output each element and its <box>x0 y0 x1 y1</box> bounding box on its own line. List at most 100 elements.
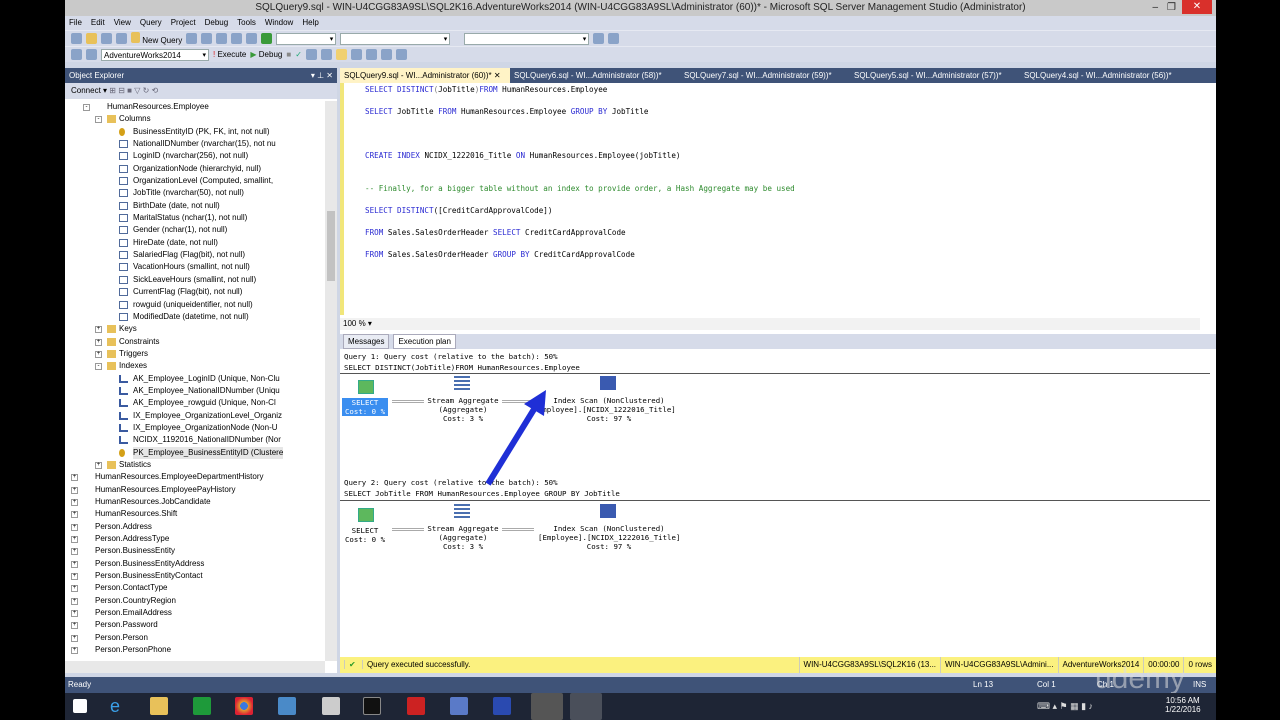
tree-item[interactable]: MaritalStatus (nchar(1), not null) <box>65 212 323 224</box>
menu-project[interactable]: Project <box>171 16 196 30</box>
menu-file[interactable]: File <box>69 16 82 30</box>
expand-toggle-icon[interactable]: - <box>83 104 90 111</box>
tab-messages[interactable]: Messages <box>343 334 390 349</box>
filter-icon[interactable]: ⊞ ⊟ ■ ▽ ↻ ⟲ <box>109 86 158 95</box>
tree-item[interactable]: LoginID (nvarchar(256), not null) <box>65 150 323 162</box>
expand-toggle-icon[interactable]: + <box>71 634 78 642</box>
select-operator[interactable]: SELECT Cost: 0 % <box>342 398 388 416</box>
results-to-grid-icon[interactable] <box>365 49 377 60</box>
tree-item[interactable]: Gender (nchar(1), not null) <box>65 224 323 236</box>
expand-toggle-icon[interactable]: + <box>71 585 78 593</box>
tree-item[interactable]: + HumanResources.Shift <box>65 508 323 520</box>
menu-edit[interactable]: Edit <box>91 16 105 30</box>
solution-config-dropdown[interactable] <box>276 32 337 45</box>
expand-toggle-icon[interactable]: + <box>71 647 78 655</box>
close-tab-icon[interactable]: ✕ <box>494 71 501 80</box>
tree-item[interactable]: IX_Employee_OrganizationLevel_Organiz <box>65 410 323 422</box>
find-dropdown[interactable] <box>464 32 590 45</box>
tree-item[interactable]: VacationHours (smallint, not null) <box>65 261 323 273</box>
command-prompt-icon[interactable] <box>363 697 381 715</box>
tree-item[interactable]: + HumanResources.EmployeePayHistory <box>65 484 323 496</box>
database-dropdown[interactable]: AdventureWorks2014 <box>101 48 209 61</box>
internet-explorer-icon[interactable]: e <box>110 697 128 715</box>
expand-toggle-icon[interactable]: + <box>95 350 102 358</box>
tree-item[interactable]: + Person.ContactType <box>65 582 323 594</box>
tree-item[interactable]: + Person.Password <box>65 619 323 631</box>
notepad-taskbar-icon[interactable] <box>570 693 602 720</box>
execute-button[interactable]: ! Execute <box>213 50 246 59</box>
tab-sqlquery7[interactable]: SQLQuery7.sql - WI...Administrator (59))… <box>680 68 850 83</box>
tree-item[interactable]: rowguid (uniqueidentifier, not null) <box>65 299 323 311</box>
tree-item[interactable]: + Person.Person <box>65 632 323 644</box>
tree-item[interactable]: SickLeaveHours (smallint, not null) <box>65 274 323 286</box>
results-to-text-icon[interactable] <box>350 49 362 60</box>
expand-toggle-icon[interactable]: + <box>95 338 102 346</box>
restore-button[interactable]: ❐ <box>1167 0 1176 16</box>
tree-item[interactable]: + HumanResources.JobCandidate <box>65 496 323 508</box>
start-button-icon[interactable] <box>73 699 87 713</box>
tree-item[interactable]: BirthDate (date, not null) <box>65 200 323 212</box>
tree-horizontal-scrollbar[interactable] <box>65 661 325 673</box>
tree-item[interactable]: + Person.AddressType <box>65 533 323 545</box>
tab-sqlquery5[interactable]: SQLQuery5.sql - WI...Administrator (57))… <box>850 68 1020 83</box>
tree-item[interactable]: IX_Employee_OrganizationNode (Non-U <box>65 422 323 434</box>
connect-button[interactable]: Connect ▾ <box>71 86 107 95</box>
tree-item[interactable]: AK_Employee_NationalIDNumber (Uniqu <box>65 385 323 397</box>
start-icon[interactable] <box>261 33 273 44</box>
tree-item[interactable]: AK_Employee_LoginID (Unique, Non-Clu <box>65 373 323 385</box>
tree-item[interactable]: + Triggers <box>65 348 323 360</box>
network-icon[interactable] <box>450 697 468 715</box>
change-connection-icon[interactable] <box>86 49 97 60</box>
new-project-icon[interactable] <box>71 33 82 44</box>
expand-toggle-icon[interactable]: + <box>95 326 102 334</box>
expand-toggle-icon[interactable]: - <box>95 363 102 371</box>
new-query-button[interactable]: New Query <box>131 32 182 45</box>
tree-item[interactable]: - HumanResources.Employee <box>65 101 323 113</box>
expand-toggle-icon[interactable]: + <box>71 597 78 605</box>
display-estimated-plan-icon[interactable] <box>305 49 317 60</box>
properties-icon[interactable] <box>593 33 605 44</box>
platform-dropdown[interactable] <box>340 32 451 45</box>
toolbox-app-icon[interactable] <box>407 697 425 715</box>
expand-toggle-icon[interactable]: + <box>71 622 78 630</box>
store-icon[interactable] <box>193 697 211 715</box>
expand-toggle-icon[interactable]: + <box>71 511 78 519</box>
tree-item[interactable]: + Person.BusinessEntityContact <box>65 570 323 582</box>
expand-toggle-icon[interactable]: + <box>71 560 78 568</box>
menu-query[interactable]: Query <box>140 16 162 30</box>
parse-icon[interactable]: ✓ <box>295 50 302 59</box>
redo-icon[interactable] <box>246 33 258 44</box>
tree-item[interactable]: + Person.BusinessEntityAddress <box>65 558 323 570</box>
toolbox-icon[interactable] <box>608 33 620 44</box>
expand-toggle-icon[interactable]: + <box>71 610 78 618</box>
chrome-icon[interactable] <box>235 697 253 715</box>
tree-item[interactable]: + Person.EmailAddress <box>65 607 323 619</box>
clock[interactable]: 10:56 AM 1/22/2016 <box>1165 696 1201 714</box>
tree-vertical-scrollbar[interactable] <box>325 101 337 661</box>
sql-code-editor[interactable]: SELECT DISTINCT(JobTitle)FROM HumanResou… <box>340 83 1200 315</box>
close-button[interactable]: ✕ <box>1182 0 1212 14</box>
file-explorer-icon[interactable] <box>150 697 168 715</box>
undo-icon[interactable] <box>231 33 243 44</box>
menu-debug[interactable]: Debug <box>205 16 229 30</box>
tree-item[interactable]: + Statistics <box>65 459 323 471</box>
ssms-taskbar-icon[interactable] <box>531 693 563 720</box>
tree-item[interactable]: OrganizationNode (hierarchyid, null) <box>65 163 323 175</box>
menu-help[interactable]: Help <box>302 16 318 30</box>
expand-toggle-icon[interactable]: + <box>71 499 78 506</box>
tab-sqlquery9[interactable]: SQLQuery9.sql - WI...Administrator (60))… <box>340 68 510 83</box>
tree-item[interactable]: PK_Employee_BusinessEntityID (Clustere <box>65 446 323 459</box>
tree-item[interactable]: NationalIDNumber (nvarchar(15), not nu <box>65 138 323 150</box>
close-panel-icon[interactable]: ▾ ⊥ ✕ <box>311 68 333 83</box>
menu-tools[interactable]: Tools <box>237 16 256 30</box>
expand-toggle-icon[interactable]: + <box>71 536 78 544</box>
scrollbar-thumb[interactable] <box>327 211 335 281</box>
query-options-icon[interactable] <box>320 49 332 60</box>
app-icon[interactable] <box>278 697 296 715</box>
debug-button[interactable]: ▶ Debug <box>250 50 282 59</box>
indent-icon[interactable] <box>395 49 407 60</box>
tree-item[interactable]: SalariedFlag (Flag(bit), not null) <box>65 249 323 261</box>
expand-toggle-icon[interactable]: + <box>95 461 102 469</box>
keyboard-icon[interactable]: ⌨ ▴ ⚑ ▦ ▮ ♪ <box>1037 701 1093 712</box>
tab-sqlquery4[interactable]: SQLQuery4.sql - WI...Administrator (56))… <box>1020 68 1190 83</box>
